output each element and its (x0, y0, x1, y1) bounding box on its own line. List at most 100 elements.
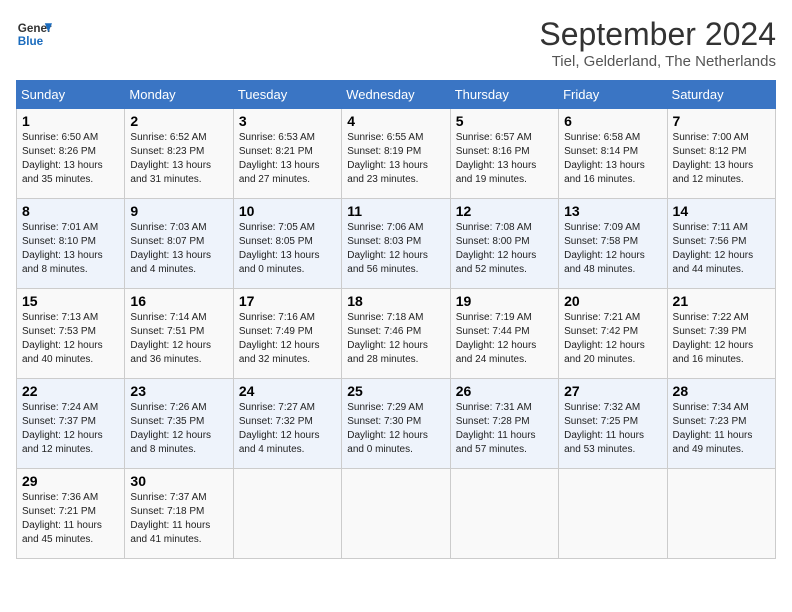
calendar-cell: 25Sunrise: 7:29 AM Sunset: 7:30 PM Dayli… (342, 379, 450, 469)
weekday-header-thursday: Thursday (450, 81, 558, 109)
calendar-cell (233, 469, 341, 559)
calendar-cell (342, 469, 450, 559)
calendar-week-2: 8 Sunrise: 7:01 AM Sunset: 8:10 PM Daylig… (17, 199, 776, 289)
day-number: 1 (22, 113, 119, 129)
day-number: 22 (22, 383, 119, 399)
calendar-cell: 4Sunrise: 6:55 AM Sunset: 8:19 PM Daylig… (342, 109, 450, 199)
day-number: 5 (456, 113, 553, 129)
day-info: Sunrise: 6:50 AM Sunset: 8:26 PM Dayligh… (22, 131, 119, 187)
weekday-header-monday: Monday (125, 81, 233, 109)
day-number: 19 (456, 293, 553, 309)
day-number: 16 (130, 293, 227, 309)
day-number: 24 (239, 383, 336, 399)
day-info: Sunrise: 7:37 AM Sunset: 7:18 PM Dayligh… (130, 491, 227, 547)
header: General Blue September 2024 Tiel, Gelder… (16, 16, 776, 70)
day-info: Sunrise: 7:36 AM Sunset: 7:21 PM Dayligh… (22, 491, 119, 547)
day-info: Sunrise: 7:19 AM Sunset: 7:44 PM Dayligh… (456, 311, 553, 367)
day-info: Sunrise: 7:32 AM Sunset: 7:25 PM Dayligh… (564, 401, 661, 457)
calendar-cell: 2 Sunrise: 6:52 AM Sunset: 8:23 PM Daylig… (125, 109, 233, 199)
day-number: 30 (130, 473, 227, 489)
day-info: Sunrise: 7:26 AM Sunset: 7:35 PM Dayligh… (130, 401, 227, 457)
day-number: 3 (239, 113, 336, 129)
calendar-cell: 11 Sunrise: 7:06 AM Sunset: 8:03 PM Dayli… (342, 199, 450, 289)
day-info: Sunrise: 7:21 AM Sunset: 7:42 PM Dayligh… (564, 311, 661, 367)
day-number: 28 (673, 383, 770, 399)
subtitle: Tiel, Gelderland, The Netherlands (539, 53, 776, 70)
calendar-cell: 1 Sunrise: 6:50 AM Sunset: 8:26 PM Daylig… (17, 109, 125, 199)
day-info: Sunrise: 7:01 AM Sunset: 8:10 PM Dayligh… (22, 221, 119, 277)
day-info: Sunrise: 7:11 AM Sunset: 7:56 PM Dayligh… (673, 221, 770, 277)
day-number: 26 (456, 383, 553, 399)
calendar-week-5: 29 Sunrise: 7:36 AM Sunset: 7:21 PM Dayli… (17, 469, 776, 559)
day-number: 11 (347, 203, 444, 219)
day-info: Sunrise: 7:24 AM Sunset: 7:37 PM Dayligh… (22, 401, 119, 457)
calendar-cell: 8 Sunrise: 7:01 AM Sunset: 8:10 PM Daylig… (17, 199, 125, 289)
calendar-cell: 22 Sunrise: 7:24 AM Sunset: 7:37 PM Dayli… (17, 379, 125, 469)
calendar-cell: 24 Sunrise: 7:27 AM Sunset: 7:32 PM Dayli… (233, 379, 341, 469)
day-info: Sunrise: 7:14 AM Sunset: 7:51 PM Dayligh… (130, 311, 227, 367)
day-info: Sunrise: 6:58 AM Sunset: 8:14 PM Dayligh… (564, 131, 661, 187)
day-number: 6 (564, 113, 661, 129)
day-number: 29 (22, 473, 119, 489)
calendar-cell: 26 Sunrise: 7:31 AM Sunset: 7:28 PM Dayli… (450, 379, 558, 469)
day-info: Sunrise: 7:05 AM Sunset: 8:05 PM Dayligh… (239, 221, 336, 277)
svg-text:Blue: Blue (18, 35, 44, 48)
day-info: Sunrise: 6:53 AM Sunset: 8:21 PM Dayligh… (239, 131, 336, 187)
calendar-table: SundayMondayTuesdayWednesdayThursdayFrid… (16, 80, 776, 559)
day-number: 14 (673, 203, 770, 219)
day-info: Sunrise: 7:31 AM Sunset: 7:28 PM Dayligh… (456, 401, 553, 457)
weekday-header-tuesday: Tuesday (233, 81, 341, 109)
day-info: Sunrise: 7:06 AM Sunset: 8:03 PM Dayligh… (347, 221, 444, 277)
calendar-cell: 29 Sunrise: 7:36 AM Sunset: 7:21 PM Dayli… (17, 469, 125, 559)
day-number: 7 (673, 113, 770, 129)
calendar-cell: 21 Sunrise: 7:22 AM Sunset: 7:39 PM Dayli… (667, 289, 775, 379)
calendar-week-3: 15Sunrise: 7:13 AM Sunset: 7:53 PM Dayli… (17, 289, 776, 379)
day-info: Sunrise: 7:16 AM Sunset: 7:49 PM Dayligh… (239, 311, 336, 367)
calendar-cell: 5 Sunrise: 6:57 AM Sunset: 8:16 PM Daylig… (450, 109, 558, 199)
day-number: 8 (22, 203, 119, 219)
day-number: 18 (347, 293, 444, 309)
calendar-cell: 12Sunrise: 7:08 AM Sunset: 8:00 PM Dayli… (450, 199, 558, 289)
day-info: Sunrise: 7:13 AM Sunset: 7:53 PM Dayligh… (22, 311, 119, 367)
day-number: 2 (130, 113, 227, 129)
weekday-header-sunday: Sunday (17, 81, 125, 109)
calendar-cell: 15Sunrise: 7:13 AM Sunset: 7:53 PM Dayli… (17, 289, 125, 379)
weekday-header-wednesday: Wednesday (342, 81, 450, 109)
weekday-header-friday: Friday (559, 81, 667, 109)
calendar-cell: 28 Sunrise: 7:34 AM Sunset: 7:23 PM Dayli… (667, 379, 775, 469)
calendar-cell: 6 Sunrise: 6:58 AM Sunset: 8:14 PM Daylig… (559, 109, 667, 199)
day-info: Sunrise: 7:29 AM Sunset: 7:30 PM Dayligh… (347, 401, 444, 457)
title-area: September 2024 Tiel, Gelderland, The Net… (539, 16, 776, 70)
calendar-cell: 20 Sunrise: 7:21 AM Sunset: 7:42 PM Dayli… (559, 289, 667, 379)
day-info: Sunrise: 7:34 AM Sunset: 7:23 PM Dayligh… (673, 401, 770, 457)
calendar-cell: 18 Sunrise: 7:18 AM Sunset: 7:46 PM Dayli… (342, 289, 450, 379)
day-number: 20 (564, 293, 661, 309)
day-info: Sunrise: 7:22 AM Sunset: 7:39 PM Dayligh… (673, 311, 770, 367)
day-number: 27 (564, 383, 661, 399)
day-info: Sunrise: 7:27 AM Sunset: 7:32 PM Dayligh… (239, 401, 336, 457)
day-number: 21 (673, 293, 770, 309)
day-number: 23 (130, 383, 227, 399)
weekday-header-saturday: Saturday (667, 81, 775, 109)
day-number: 10 (239, 203, 336, 219)
calendar-cell (559, 469, 667, 559)
calendar-cell: 14 Sunrise: 7:11 AM Sunset: 7:56 PM Dayli… (667, 199, 775, 289)
calendar-cell: 17Sunrise: 7:16 AM Sunset: 7:49 PM Dayli… (233, 289, 341, 379)
logo-icon: General Blue (16, 16, 52, 52)
calendar-cell: 9Sunrise: 7:03 AM Sunset: 8:07 PM Daylig… (125, 199, 233, 289)
weekday-header-row: SundayMondayTuesdayWednesdayThursdayFrid… (17, 81, 776, 109)
day-info: Sunrise: 6:57 AM Sunset: 8:16 PM Dayligh… (456, 131, 553, 187)
calendar-cell: 7Sunrise: 7:00 AM Sunset: 8:12 PM Daylig… (667, 109, 775, 199)
day-info: Sunrise: 6:52 AM Sunset: 8:23 PM Dayligh… (130, 131, 227, 187)
calendar-cell (450, 469, 558, 559)
calendar-cell: 16 Sunrise: 7:14 AM Sunset: 7:51 PM Dayli… (125, 289, 233, 379)
calendar-cell: 3 Sunrise: 6:53 AM Sunset: 8:21 PM Daylig… (233, 109, 341, 199)
calendar-cell: 10 Sunrise: 7:05 AM Sunset: 8:05 PM Dayli… (233, 199, 341, 289)
calendar-week-1: 1 Sunrise: 6:50 AM Sunset: 8:26 PM Daylig… (17, 109, 776, 199)
day-info: Sunrise: 7:09 AM Sunset: 7:58 PM Dayligh… (564, 221, 661, 277)
logo: General Blue (16, 16, 52, 52)
month-title: September 2024 (539, 16, 776, 53)
calendar-cell: 27 Sunrise: 7:32 AM Sunset: 7:25 PM Dayli… (559, 379, 667, 469)
calendar-cell: 19 Sunrise: 7:19 AM Sunset: 7:44 PM Dayli… (450, 289, 558, 379)
day-info: Sunrise: 7:18 AM Sunset: 7:46 PM Dayligh… (347, 311, 444, 367)
